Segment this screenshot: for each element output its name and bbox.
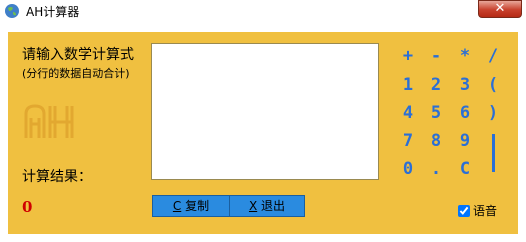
key-2[interactable]: 2 bbox=[425, 74, 447, 96]
key-left-paren[interactable]: ( bbox=[482, 74, 504, 96]
result-label: 计算结果： bbox=[22, 169, 92, 185]
prompt-label: 请输入数学计算式 bbox=[22, 47, 134, 63]
app-window: AH计算器 ✕ 请输入数学计算式 (分行的数据自动合计) 计算结果： 0 C 复… bbox=[0, 0, 526, 242]
copy-hotkey: C bbox=[172, 199, 182, 213]
key-plus[interactable]: + bbox=[397, 45, 419, 67]
copy-label: 复制 bbox=[185, 199, 210, 213]
key-clear[interactable]: C bbox=[454, 158, 476, 180]
key-enter-bar[interactable] bbox=[492, 134, 495, 172]
key-4[interactable]: 4 bbox=[397, 102, 419, 124]
key-dot[interactable]: . bbox=[425, 158, 447, 180]
voice-checkbox[interactable] bbox=[458, 205, 470, 217]
key-7[interactable]: 7 bbox=[397, 130, 419, 152]
close-button[interactable]: ✕ bbox=[478, 0, 522, 18]
globe-icon bbox=[5, 4, 19, 18]
key-1[interactable]: 1 bbox=[397, 74, 419, 96]
key-multiply[interactable]: * bbox=[454, 45, 476, 67]
key-8[interactable]: 8 bbox=[425, 130, 447, 152]
exit-button[interactable]: X 退出 bbox=[229, 195, 305, 217]
close-icon: ✕ bbox=[494, 1, 506, 16]
exit-label: 退出 bbox=[261, 199, 286, 213]
voice-toggle[interactable]: 语音 bbox=[458, 202, 497, 219]
copy-button[interactable]: C 复制 bbox=[152, 195, 230, 217]
title-bar: AH计算器 ✕ bbox=[0, 0, 526, 22]
key-right-paren[interactable]: ) bbox=[482, 102, 504, 124]
expression-input[interactable] bbox=[151, 43, 379, 180]
ah-logo-icon bbox=[24, 104, 74, 138]
prompt-hint: (分行的数据自动合计) bbox=[22, 67, 130, 80]
key-9[interactable]: 9 bbox=[454, 130, 476, 152]
exit-hotkey: X bbox=[248, 199, 258, 213]
key-3[interactable]: 3 bbox=[454, 74, 476, 96]
result-value: 0 bbox=[22, 198, 33, 216]
key-6[interactable]: 6 bbox=[454, 102, 476, 124]
key-5[interactable]: 5 bbox=[425, 102, 447, 124]
calculator-panel: 请输入数学计算式 (分行的数据自动合计) 计算结果： 0 C 复制 X 退出 +… bbox=[8, 32, 518, 234]
voice-label: 语音 bbox=[473, 204, 498, 218]
key-divide[interactable]: / bbox=[482, 45, 504, 67]
key-minus[interactable]: - bbox=[425, 45, 447, 67]
window-title: AH计算器 bbox=[26, 5, 80, 19]
key-0[interactable]: 0 bbox=[397, 158, 419, 180]
